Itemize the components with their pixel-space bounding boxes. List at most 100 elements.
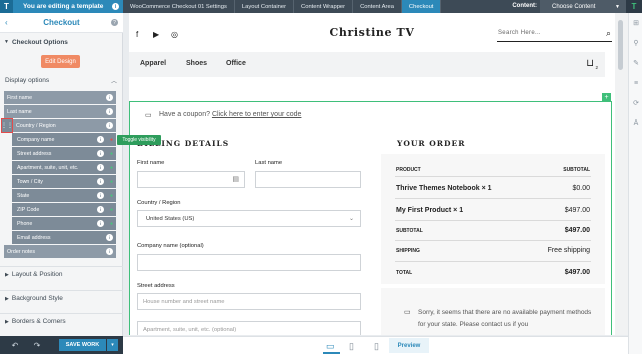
add-element-icon[interactable]: ⊞ (629, 13, 642, 33)
info-icon[interactable]: i (97, 220, 104, 227)
field-row-email[interactable]: Email address i (12, 231, 116, 244)
field-row-state[interactable]: State i ● (12, 189, 116, 202)
chevron-up-icon[interactable]: ︿ (111, 76, 117, 85)
street-field[interactable]: House number and street name (137, 293, 361, 310)
mobile-icon[interactable]: ▯ (374, 341, 379, 352)
info-icon[interactable]: i (97, 164, 104, 171)
field-row-country[interactable]: ⋮⋮ Country / Region i (1, 118, 116, 133)
undo-icon[interactable]: ↶ (8, 341, 22, 350)
field-row-apartment[interactable]: Apartment, suite, unit, etc. i ● (12, 161, 116, 174)
search-input[interactable]: Search Here... ⌕ (497, 28, 612, 42)
info-icon[interactable]: i (97, 150, 104, 157)
left-sidebar: T You are editing a template i ‹ Checkou… (0, 0, 123, 354)
search-placeholder: Search Here... (498, 30, 541, 36)
breadcrumb-item[interactable]: Content Area (353, 0, 402, 13)
field-row-town[interactable]: Town / City i ● (12, 175, 116, 188)
display-options-header[interactable]: Display options ︿ (0, 75, 123, 86)
field-label: Apartment, suite, unit, etc. (17, 164, 79, 171)
display-options-label: Display options (5, 77, 50, 84)
first-name-field[interactable]: ▤ (137, 171, 245, 188)
country-select[interactable]: United States (US) ⌄ (137, 210, 361, 227)
field-row-last-name[interactable]: Last name i (4, 105, 116, 118)
breadcrumb-item-active[interactable]: Checkout (401, 0, 442, 13)
ab-icon[interactable]: Ā (629, 113, 642, 133)
field-row-company[interactable]: Company name i ● (12, 133, 116, 146)
caret-right-icon: ▶ (5, 295, 9, 302)
accordion-background-style[interactable]: ▶ Background Style (0, 290, 123, 306)
preview-button[interactable]: Preview (389, 338, 429, 353)
info-icon[interactable]: i (97, 192, 104, 199)
info-icon[interactable]: i (97, 206, 104, 213)
info-icon[interactable]: i (106, 108, 113, 115)
scrollbar-thumb[interactable] (618, 20, 623, 70)
eye-icon[interactable]: ● (110, 151, 113, 157)
coupon-link[interactable]: Click here to enter your code (212, 111, 302, 118)
field-row-zip[interactable]: ZIP Code i ● (12, 203, 116, 216)
order-item-row: Thrive Themes Notebook × 1 $0.00 (395, 177, 591, 199)
search-icon[interactable]: ⌕ (606, 28, 611, 39)
desktop-icon[interactable]: ▭ (326, 341, 335, 352)
breadcrumb-item[interactable]: WooCommerce Checkout 01 Settings (123, 0, 235, 13)
info-icon[interactable]: i (97, 136, 104, 143)
thrive-theme-icon[interactable]: T (626, 0, 642, 13)
coupon-icon: ▭ (145, 112, 152, 119)
order-item-name: Thrive Themes Notebook × 1 (396, 185, 492, 192)
info-icon[interactable]: i (97, 178, 104, 185)
order-review: PRODUCT SUBTOTAL Thrive Themes Notebook … (381, 154, 605, 284)
breadcrumb-item[interactable]: Content Wrapper (294, 0, 354, 13)
redo-icon[interactable]: ↷ (30, 341, 44, 350)
eye-icon[interactable]: ● (110, 165, 113, 171)
field-label: Last name (7, 108, 32, 115)
col-subtotal: SUBTOTAL (563, 167, 590, 173)
template-banner-text: You are editing a template (23, 3, 104, 10)
save-options-dropdown[interactable]: ▾ (107, 339, 118, 351)
eye-icon[interactable]: ● (110, 193, 113, 199)
cart-icon[interactable]: ⊔ (586, 58, 594, 69)
list-icon[interactable]: ≡ (629, 73, 642, 93)
field-label: Company name (17, 136, 55, 143)
info-icon[interactable]: i (106, 94, 113, 101)
nav-item-office[interactable]: Office (226, 60, 246, 67)
back-arrow-icon[interactable]: ‹ (5, 18, 8, 27)
eye-icon[interactable]: ● (110, 221, 113, 227)
edit-icon[interactable]: ✎ (629, 53, 642, 73)
refresh-icon[interactable]: ⟳ (629, 93, 642, 113)
subtotal-value: $497.00 (564, 227, 590, 234)
edit-design-button[interactable]: Edit Design (41, 55, 80, 68)
field-row-first-name[interactable]: First name i (4, 91, 116, 104)
field-row-order-notes[interactable]: Order notes i (4, 245, 116, 258)
accordion-borders-corners[interactable]: ▶ Borders & Corners (0, 313, 123, 329)
info-icon[interactable]: i (106, 122, 113, 129)
save-work-button[interactable]: SAVE WORK (59, 339, 106, 351)
info-icon[interactable]: i (112, 3, 119, 10)
company-field[interactable] (137, 254, 361, 271)
choose-content-dropdown[interactable]: Choose Content ▼ (540, 0, 626, 13)
eye-hidden-icon[interactable]: ● (110, 137, 113, 143)
field-options-list: First name i Last name i ⋮⋮ Country / Re… (1, 91, 116, 259)
accordion-layout-position[interactable]: ▶ Layout & Position (0, 266, 123, 282)
nav-item-apparel[interactable]: Apparel (140, 60, 166, 67)
eye-icon[interactable]: ● (110, 207, 113, 213)
field-row-phone[interactable]: Phone i ● (12, 217, 116, 230)
drag-handle-icon[interactable]: ⋮⋮ (1, 118, 13, 133)
apartment-field[interactable]: Apartment, suite, unit, etc. (optional) (137, 321, 361, 335)
info-icon[interactable]: i (106, 248, 113, 255)
link-icon[interactable]: ⚲ (629, 33, 642, 53)
cart-count: 2 (595, 65, 598, 70)
contact-card-icon: ▤ (232, 176, 239, 183)
thrive-logo-icon[interactable]: T (0, 0, 13, 13)
field-label: State (17, 192, 30, 199)
right-tool-rail: ⊞ ⚲ ✎ ≡ ⟳ Ā (628, 13, 642, 354)
eye-icon[interactable]: ● (110, 179, 113, 185)
info-icon[interactable]: i (106, 234, 113, 241)
nav-item-shoes[interactable]: Shoes (186, 60, 207, 67)
help-icon[interactable]: ? (111, 19, 118, 26)
accordion-label: Borders & Corners (11, 318, 66, 325)
field-row-street[interactable]: Street address i ● (12, 147, 116, 160)
total-row: TOTAL $497.00 (395, 262, 591, 282)
breadcrumb-item[interactable]: Layout Container (235, 0, 295, 13)
checkout-options-section[interactable]: ▼ Checkout Options (0, 36, 123, 48)
tablet-icon[interactable]: ▯ (349, 341, 354, 352)
last-name-field[interactable] (255, 171, 361, 188)
subtotal-label: SUBTOTAL (396, 228, 423, 234)
